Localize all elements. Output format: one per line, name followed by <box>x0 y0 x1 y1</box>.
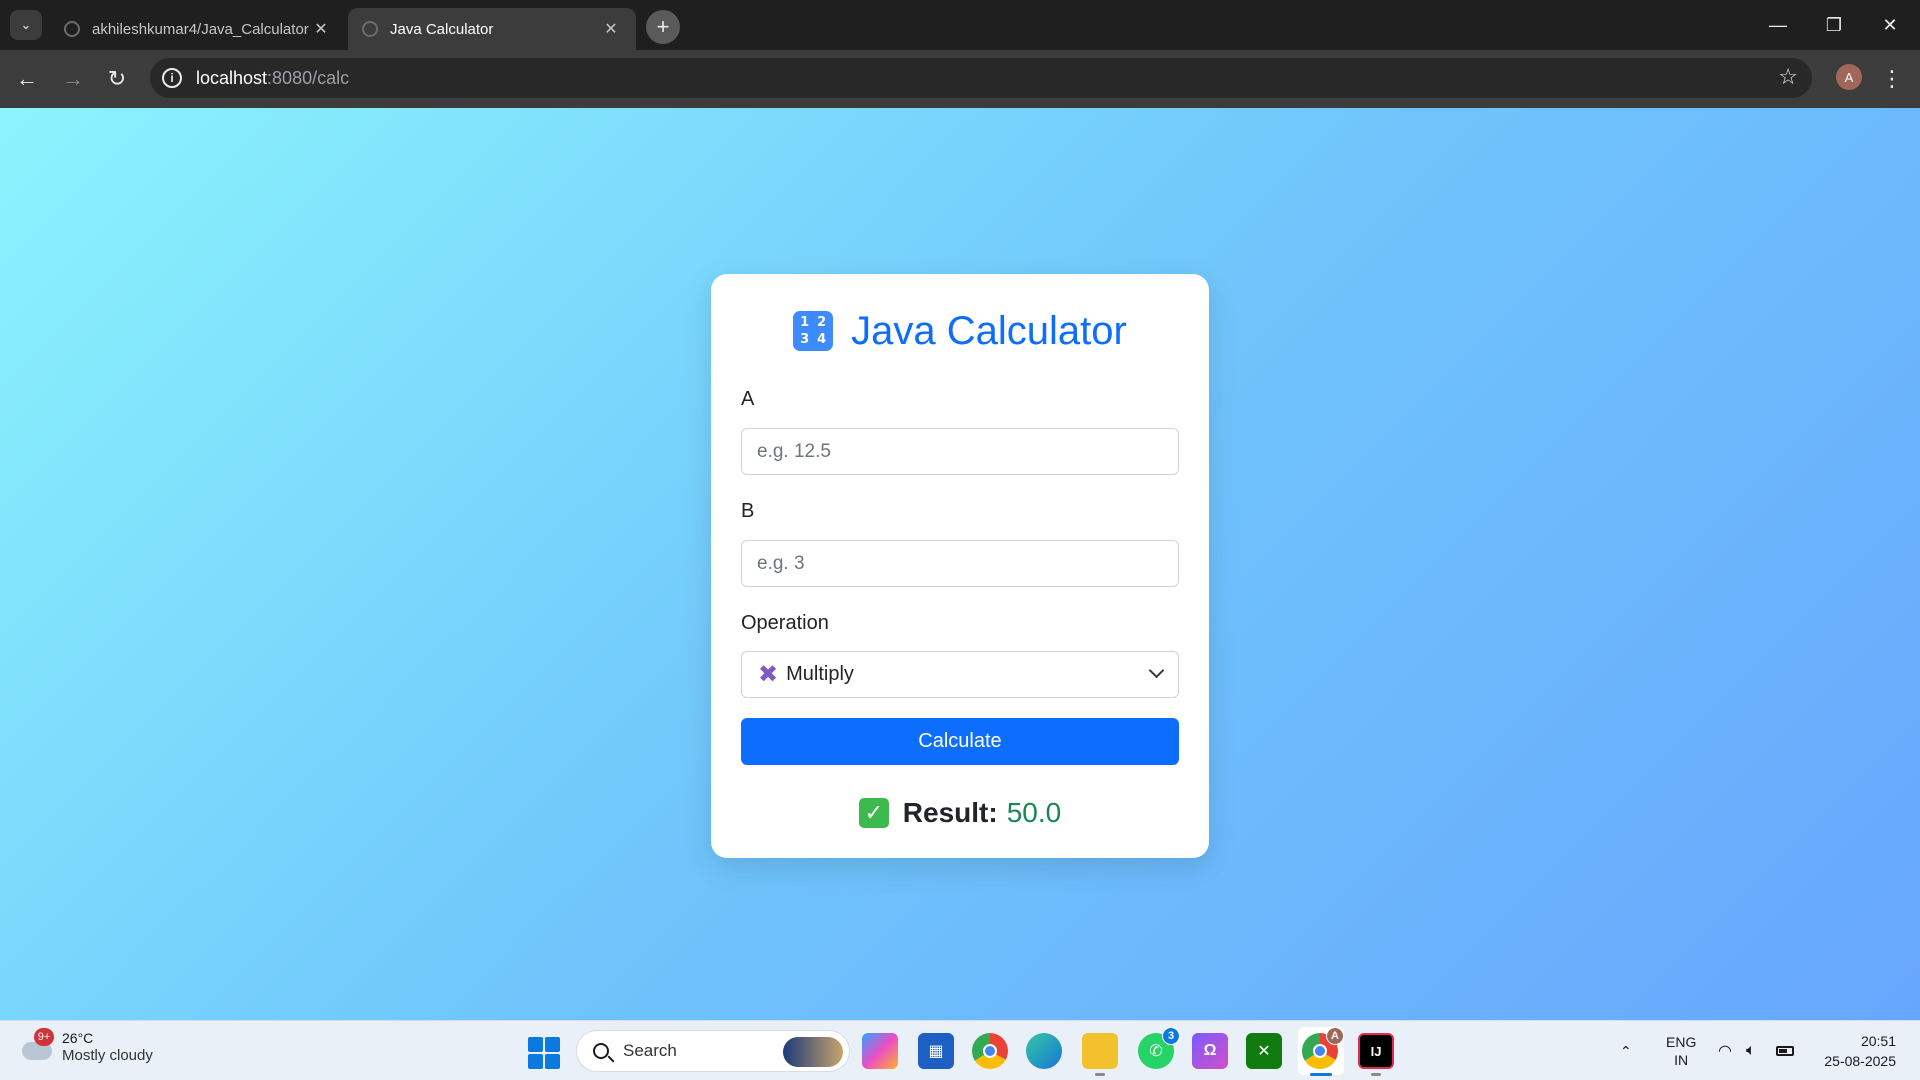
arrow-right-icon: → <box>62 66 84 91</box>
weather-badge: 9+ <box>34 1028 54 1046</box>
chrome-profile-icon[interactable]: A <box>1302 1027 1344 1069</box>
page-title: 1 2 3 4 Java Calculator <box>741 308 1179 354</box>
chevron-down-icon <box>1148 662 1165 679</box>
close-icon: ✕ <box>1882 14 1898 35</box>
weather-temp: 26°C <box>62 1030 94 1046</box>
new-tab-button[interactable]: + <box>646 10 680 44</box>
site-info-icon[interactable]: i <box>162 68 182 88</box>
github-favicon-icon <box>64 21 80 37</box>
tab-title: Java Calculator <box>390 20 494 38</box>
search-icon <box>593 1043 609 1059</box>
tab-java-calculator[interactable]: Java Calculator ✕ <box>348 8 636 50</box>
tab-github[interactable]: akhileshkumar4/Java_Calculator ✕ <box>50 8 346 50</box>
xbox-icon[interactable]: ✕ <box>1246 1033 1282 1069</box>
globe-favicon-icon <box>362 21 378 37</box>
browser-tab-bar: ⌄ akhileshkumar4/Java_Calculator ✕ Java … <box>0 0 1920 50</box>
url-host: localhost <box>196 67 268 88</box>
minimize-button[interactable]: — <box>1750 0 1806 50</box>
field-a-label: A <box>741 388 755 410</box>
volume-icon[interactable]: 🔈︎ <box>1746 1021 1756 1080</box>
cloud-icon: 9+ <box>20 1028 54 1064</box>
language-line2: IN <box>1674 1052 1689 1068</box>
page-viewport: 1 2 3 4 Java Calculator A e.g. 12.5 B e.… <box>0 108 1920 1020</box>
close-icon[interactable]: ✕ <box>310 19 332 39</box>
operation-selected-value: Multiply <box>786 663 854 685</box>
language-indicator[interactable]: ENG IN <box>1666 1021 1696 1080</box>
multiply-icon: ✖ <box>758 661 779 688</box>
wifi-icon[interactable]: ◠ <box>1718 1021 1732 1080</box>
search-label: Search <box>623 1041 677 1060</box>
browser-toolbar: ← → ↻ i localhost:8080/calc ☆ A ⋮ <box>0 50 1920 108</box>
language-line1: ENG <box>1666 1034 1697 1050</box>
restore-icon: ❐ <box>1825 14 1843 35</box>
whatsapp-icon[interactable]: ✆ 3 <box>1138 1027 1180 1069</box>
chrome-icon[interactable] <box>972 1033 1008 1069</box>
chevron-up-icon: ⌃ <box>1620 1042 1632 1059</box>
minimize-icon: — <box>1769 14 1787 35</box>
store-icon[interactable]: ▦ <box>918 1033 954 1069</box>
numbers-icon-digit: 3 <box>800 332 810 347</box>
whatsapp-badge: 3 <box>1162 1027 1180 1045</box>
url-text: localhost:8080/calc <box>196 68 349 89</box>
operation-label: Operation <box>741 612 829 634</box>
title-text: Java Calculator <box>851 308 1127 353</box>
windows-taskbar: 9+ 26°C Mostly cloudy Search ▦ ✆ 3 Ω ✕ A… <box>0 1020 1920 1080</box>
copilot-icon[interactable] <box>862 1033 898 1069</box>
plus-icon: + <box>656 14 670 39</box>
address-bar[interactable]: i localhost:8080/calc ☆ <box>150 58 1812 98</box>
more-menu-icon[interactable]: ⋮ <box>1880 62 1904 96</box>
tab-search-button[interactable]: ⌄ <box>10 10 42 40</box>
clock-time: 20:51 <box>1860 1033 1896 1049</box>
restore-button[interactable]: ❐ <box>1806 0 1862 50</box>
reload-button[interactable]: ↻ <box>100 62 134 96</box>
check-mark-icon: ✓ <box>858 798 889 828</box>
show-hidden-icons[interactable]: ⌃ <box>1620 1021 1632 1080</box>
field-b-label: B <box>741 500 755 522</box>
field-b-placeholder: e.g. 3 <box>757 552 805 574</box>
numbers-icon-digit: 2 <box>817 315 827 330</box>
file-explorer-icon[interactable] <box>1082 1033 1118 1069</box>
result-label: Result: <box>902 797 998 828</box>
arrow-left-icon: ← <box>16 66 38 91</box>
field-a-input[interactable]: e.g. 12.5 <box>741 428 1179 475</box>
window-close-button[interactable]: ✕ <box>1862 0 1918 50</box>
result-value: 50.0 <box>1006 797 1062 828</box>
calculate-button[interactable]: Calculate <box>741 718 1179 765</box>
system-clock[interactable]: 20:51 25-08-2025 <box>1810 1031 1896 1071</box>
intellij-label: IJ <box>1370 1043 1382 1059</box>
operation-select[interactable]: ✖ Multiply <box>741 651 1179 698</box>
forward-button[interactable]: → <box>56 62 90 96</box>
search-highlight-image <box>783 1037 843 1067</box>
close-icon[interactable]: ✕ <box>600 19 622 39</box>
field-a-placeholder: e.g. 12.5 <box>757 440 831 462</box>
reload-icon: ↻ <box>107 66 127 91</box>
weather-condition: Mostly cloudy <box>62 1047 153 1064</box>
chevron-down-icon: ⌄ <box>20 17 32 32</box>
taskbar-search[interactable]: Search <box>576 1030 850 1072</box>
numbers-icon: 1 2 3 4 <box>793 311 834 351</box>
numbers-icon-digit: 4 <box>817 332 827 347</box>
bookmark-star-icon[interactable]: ☆ <box>1778 64 1798 90</box>
weather-widget[interactable]: 9+ 26°C Mostly cloudy <box>20 1028 153 1065</box>
windows-start-icon[interactable] <box>528 1037 560 1069</box>
back-button[interactable]: ← <box>10 62 44 96</box>
edge-icon[interactable] <box>1026 1033 1062 1069</box>
battery-icon[interactable] <box>1776 1021 1794 1080</box>
profile-avatar[interactable]: A <box>1836 64 1862 90</box>
url-path: :8080/calc <box>267 67 350 88</box>
chrome-profile-badge: A <box>1326 1027 1344 1045</box>
field-b-input[interactable]: e.g. 3 <box>741 540 1179 587</box>
tab-title: akhileshkumar4/Java_Calculator <box>92 20 309 38</box>
app-icon[interactable]: Ω <box>1192 1033 1228 1069</box>
numbers-icon-digit: 1 <box>800 315 810 330</box>
result-line: ✓ Result: 50.0 <box>741 797 1179 829</box>
clock-date: 25-08-2025 <box>1824 1053 1896 1069</box>
whatsapp-phone-icon: ✆ <box>1149 1043 1163 1060</box>
intellij-icon[interactable]: IJ <box>1358 1033 1394 1069</box>
calculator-card: 1 2 3 4 Java Calculator A e.g. 12.5 B e.… <box>711 274 1209 858</box>
